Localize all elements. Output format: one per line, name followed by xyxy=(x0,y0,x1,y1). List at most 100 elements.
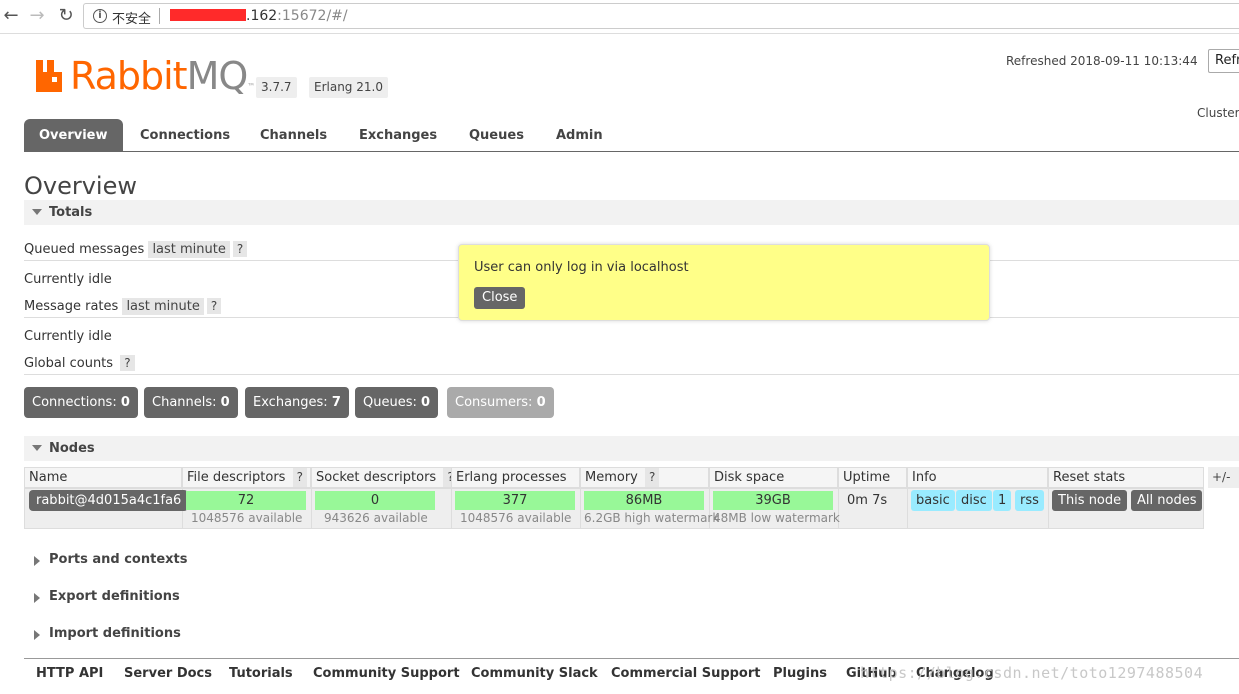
footer-divider xyxy=(24,658,1239,659)
help-button[interactable]: ? xyxy=(120,355,135,371)
erlang-processes-bar: 377 xyxy=(455,491,575,510)
disk-watermark: 48MB low watermark xyxy=(713,511,840,525)
queues-count-button[interactable]: Queues: 0 xyxy=(355,387,439,418)
logo-wordmark: RabbitMQ™ xyxy=(70,54,255,98)
collapse-triangle-icon xyxy=(32,209,42,215)
tab-channels[interactable]: Channels xyxy=(260,119,327,152)
footer-link-tutorials[interactable]: Tutorials xyxy=(229,666,293,681)
memory-watermark: 6.2GB high watermark xyxy=(584,511,720,525)
count-label: Connections: xyxy=(32,395,121,410)
queued-idle-text: Currently idle xyxy=(24,272,112,287)
col-label: File descriptors xyxy=(187,470,286,485)
info-icon[interactable]: i xyxy=(93,9,107,23)
back-arrow-icon[interactable]: ← xyxy=(0,5,22,27)
popup-message: User can only log in via localhost xyxy=(474,260,689,275)
cluster-label: Cluster xyxy=(1197,106,1239,120)
refresh-select[interactable]: Refr xyxy=(1208,49,1239,73)
columns-toggle-button[interactable]: +/- xyxy=(1208,467,1239,488)
global-counts-label: Global counts xyxy=(24,356,114,371)
exchanges-count-button[interactable]: Exchanges: 7 xyxy=(245,387,349,418)
tab-connections[interactable]: Connections xyxy=(140,119,230,152)
connections-count-button[interactable]: Connections: 0 xyxy=(24,387,138,418)
queued-range-select[interactable]: last minute xyxy=(148,241,230,258)
count-value: 7 xyxy=(331,395,341,410)
totals-section-header[interactable]: Totals xyxy=(24,200,1239,225)
node-name-link[interactable]: rabbit@4d015a4c1fa6 xyxy=(29,490,189,511)
tab-queues[interactable]: Queues xyxy=(469,119,524,152)
rates-idle-text: Currently idle xyxy=(24,329,112,344)
logo-rabbit: Rabbit xyxy=(70,54,188,98)
csdn-watermark: https://blog.csdn.net/toto1297488504 xyxy=(860,664,1204,682)
section-label: Ports and contexts xyxy=(49,552,188,567)
help-button[interactable]: ? xyxy=(206,298,222,314)
url-host-suffix: .162 xyxy=(246,8,278,24)
col-label: Socket descriptors xyxy=(316,470,437,485)
cell-divider xyxy=(907,488,908,529)
cell-divider xyxy=(580,488,581,529)
version-badge: 3.7.7 xyxy=(256,77,297,98)
refreshed-timestamp: Refreshed 2018-09-11 10:13:44 xyxy=(1006,54,1198,68)
col-file-descriptors: File descriptors ? xyxy=(182,467,311,488)
info-tag-disc: disc xyxy=(956,490,992,511)
info-tag-rss: rss xyxy=(1015,490,1044,511)
main-tabs: Overview Connections Channels Exchanges … xyxy=(24,119,1239,152)
reload-icon[interactable]: ↻ xyxy=(55,5,77,27)
browser-toolbar: ← → ↻ i 不安全 .162:15672/#/ xyxy=(0,0,1239,34)
totals-heading: Totals xyxy=(49,205,93,220)
url-text: .162:15672/#/ xyxy=(246,8,348,24)
tab-admin[interactable]: Admin xyxy=(556,119,603,152)
global-counts-row: Global counts ? xyxy=(24,355,135,371)
count-label: Exchanges: xyxy=(253,395,332,410)
nodes-section-header[interactable]: Nodes xyxy=(24,436,1239,461)
logo-mq: MQ xyxy=(186,54,249,98)
uptime-value: 0m 7s xyxy=(847,493,888,508)
count-value: 0 xyxy=(536,395,546,410)
forward-arrow-icon[interactable]: → xyxy=(26,5,48,27)
section-label: Export definitions xyxy=(49,589,180,604)
footer-link-plugins[interactable]: Plugins xyxy=(773,666,827,681)
address-bar[interactable]: i 不安全 .162:15672/#/ xyxy=(83,3,1239,29)
col-reset-stats: Reset stats xyxy=(1048,467,1204,488)
count-label: Consumers: xyxy=(455,395,537,410)
socket-descriptors-available: 943626 available xyxy=(324,511,428,525)
reset-this-node-button[interactable]: This node xyxy=(1052,490,1128,511)
message-rates-label: Message rates xyxy=(24,299,119,314)
count-value: 0 xyxy=(220,395,230,410)
reset-all-nodes-button[interactable]: All nodes xyxy=(1131,490,1203,511)
close-button[interactable]: Close xyxy=(474,287,526,309)
nodes-heading: Nodes xyxy=(49,441,95,456)
tab-overview[interactable]: Overview xyxy=(24,119,123,152)
expand-triangle-icon xyxy=(34,630,40,640)
info-tag-basic: basic xyxy=(911,490,955,511)
collapse-triangle-icon xyxy=(32,445,42,451)
col-memory: Memory ? xyxy=(580,467,709,488)
divider xyxy=(24,374,1239,375)
logo-tm: ™ xyxy=(247,82,255,91)
col-info: Info xyxy=(907,467,1048,488)
col-name: Name xyxy=(24,467,182,488)
erlang-processes-available: 1048576 available xyxy=(460,511,572,525)
section-label: Import definitions xyxy=(49,626,181,641)
footer-link-server-docs[interactable]: Server Docs xyxy=(124,666,212,681)
expand-triangle-icon xyxy=(34,593,40,603)
erlang-badge: Erlang 21.0 xyxy=(309,77,388,98)
count-label: Channels: xyxy=(152,395,221,410)
footer-link-commercial-support[interactable]: Commercial Support xyxy=(611,666,761,681)
rabbit-logo-icon xyxy=(36,60,62,92)
help-button[interactable]: ? xyxy=(232,241,248,257)
footer-link-community-slack[interactable]: Community Slack xyxy=(471,666,598,681)
file-descriptors-available: 1048576 available xyxy=(191,511,303,525)
consumers-count-button[interactable]: Consumers: 0 xyxy=(447,387,554,418)
rates-range-select[interactable]: last minute xyxy=(122,298,204,315)
col-disk-space: Disk space xyxy=(709,467,838,488)
help-button[interactable]: ? xyxy=(645,468,660,487)
help-button[interactable]: ? xyxy=(292,468,307,487)
footer-link-community-support[interactable]: Community Support xyxy=(313,666,460,681)
address-separator xyxy=(159,8,160,24)
footer-link-http-api[interactable]: HTTP API xyxy=(36,666,103,681)
memory-bar: 86MB xyxy=(584,491,704,510)
url-path: /#/ xyxy=(326,8,348,24)
tab-exchanges[interactable]: Exchanges xyxy=(359,119,437,152)
col-uptime: Uptime xyxy=(838,467,907,488)
channels-count-button[interactable]: Channels: 0 xyxy=(144,387,238,418)
